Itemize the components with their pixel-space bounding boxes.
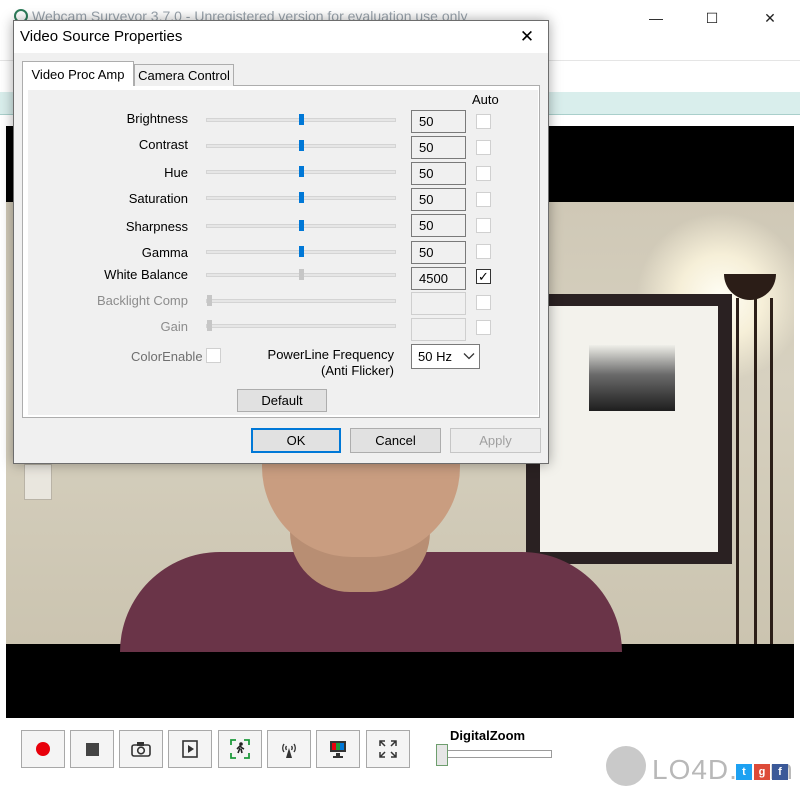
white-balance-value[interactable]: 4500 xyxy=(411,267,466,290)
close-button[interactable]: ✕ xyxy=(755,6,785,30)
brightness-value[interactable]: 50 xyxy=(411,110,466,133)
checkmark-icon: ✓ xyxy=(478,269,489,284)
sharpness-slider-thumb[interactable] xyxy=(298,220,304,231)
chevron-down-icon xyxy=(463,353,475,360)
motion-detect-icon xyxy=(230,739,250,759)
twitter-icon[interactable]: t xyxy=(736,764,752,780)
hue-value[interactable]: 50 xyxy=(411,162,466,185)
backlight-comp-label: Backlight Comp xyxy=(96,293,188,308)
powerline-frequency-label: PowerLine Frequency (Anti Flicker) xyxy=(232,347,394,379)
dialog-title: Video Source Properties xyxy=(20,28,183,45)
snapshot-button[interactable] xyxy=(119,730,163,768)
wall-picture-mat xyxy=(540,306,718,552)
play-file-icon xyxy=(182,740,198,758)
digital-zoom-label: DigitalZoom xyxy=(450,728,526,743)
fullscreen-icon xyxy=(379,740,397,758)
hue-slider-thumb[interactable] xyxy=(298,166,304,177)
gain-auto-checkbox xyxy=(476,320,491,335)
watermark-logo-icon xyxy=(606,746,646,786)
default-button[interactable]: Default xyxy=(237,389,327,412)
stop-icon xyxy=(85,742,99,756)
color-enable-checkbox[interactable] xyxy=(206,348,221,363)
saturation-value[interactable]: 50 xyxy=(411,188,466,211)
maximize-button[interactable]: ☐ xyxy=(697,6,727,30)
gamma-auto-checkbox[interactable] xyxy=(476,244,491,259)
light-switch xyxy=(24,464,52,500)
saturation-auto-checkbox[interactable] xyxy=(476,192,491,207)
saturation-label: Saturation xyxy=(128,191,188,206)
gain-slider xyxy=(206,324,396,328)
ok-button[interactable]: OK xyxy=(251,428,341,453)
minimize-button[interactable]: — xyxy=(641,6,671,30)
powerline-label-line2: (Anti Flicker) xyxy=(321,363,394,378)
sharpness-auto-checkbox[interactable] xyxy=(476,218,491,233)
sharpness-label: Sharpness xyxy=(125,219,188,234)
backlight-comp-auto-checkbox xyxy=(476,295,491,310)
cancel-button[interactable]: Cancel xyxy=(350,428,441,453)
record-icon xyxy=(36,742,50,756)
tab-camera-control[interactable]: Camera Control xyxy=(134,64,234,86)
dialog-close-button[interactable]: ✕ xyxy=(512,24,542,50)
broadcast-button[interactable] xyxy=(267,730,311,768)
record-button[interactable] xyxy=(21,730,65,768)
gamma-label: Gamma xyxy=(141,245,188,260)
contrast-slider-thumb[interactable] xyxy=(298,140,304,151)
camera-icon xyxy=(131,742,151,757)
white-balance-label: White Balance xyxy=(104,267,188,282)
digital-zoom-thumb[interactable] xyxy=(436,744,448,766)
white-balance-slider-thumb[interactable] xyxy=(298,269,304,280)
brightness-label: Brightness xyxy=(126,111,188,126)
sharpness-value[interactable]: 50 xyxy=(411,214,466,237)
broadcast-icon xyxy=(282,743,296,758)
saturation-slider-thumb[interactable] xyxy=(298,192,304,203)
auto-column-header: Auto xyxy=(472,92,499,107)
brightness-auto-checkbox[interactable] xyxy=(476,114,491,129)
contrast-value[interactable]: 50 xyxy=(411,136,466,159)
powerline-label-line1: PowerLine Frequency xyxy=(267,347,394,362)
backlight-comp-slider-thumb xyxy=(207,295,212,306)
gain-value xyxy=(411,318,466,341)
apply-button[interactable]: Apply xyxy=(450,428,541,453)
brightness-slider-thumb[interactable] xyxy=(298,114,304,125)
facebook-icon[interactable]: f xyxy=(772,764,788,780)
white-balance-auto-checkbox[interactable]: ✓ xyxy=(476,269,491,284)
stop-button[interactable] xyxy=(70,730,114,768)
floor-lamp-leg xyxy=(770,298,773,644)
color-monitor-icon xyxy=(330,741,346,758)
contrast-label: Contrast xyxy=(138,137,188,152)
tab-video-proc-amp[interactable]: Video Proc Amp xyxy=(22,61,134,86)
wall-picture-art xyxy=(589,345,675,411)
digital-zoom-track[interactable] xyxy=(440,750,552,758)
hue-auto-checkbox[interactable] xyxy=(476,166,491,181)
google-plus-icon[interactable]: g xyxy=(754,764,770,780)
gain-label: Gain xyxy=(160,319,188,334)
floor-lamp-leg xyxy=(736,298,739,644)
fullscreen-button[interactable] xyxy=(366,730,410,768)
monitor-button[interactable] xyxy=(316,730,360,768)
backlight-comp-slider xyxy=(206,299,396,303)
gain-slider-thumb xyxy=(207,320,212,331)
color-enable-label: ColorEnable xyxy=(131,349,203,364)
gamma-slider-thumb[interactable] xyxy=(298,246,304,257)
contrast-auto-checkbox[interactable] xyxy=(476,140,491,155)
backlight-comp-value xyxy=(411,292,466,315)
motion-detect-button[interactable] xyxy=(218,730,262,768)
floor-lamp-leg xyxy=(754,298,757,644)
hue-label: Hue xyxy=(164,165,188,180)
gamma-value[interactable]: 50 xyxy=(411,241,466,264)
playback-button[interactable] xyxy=(168,730,212,768)
